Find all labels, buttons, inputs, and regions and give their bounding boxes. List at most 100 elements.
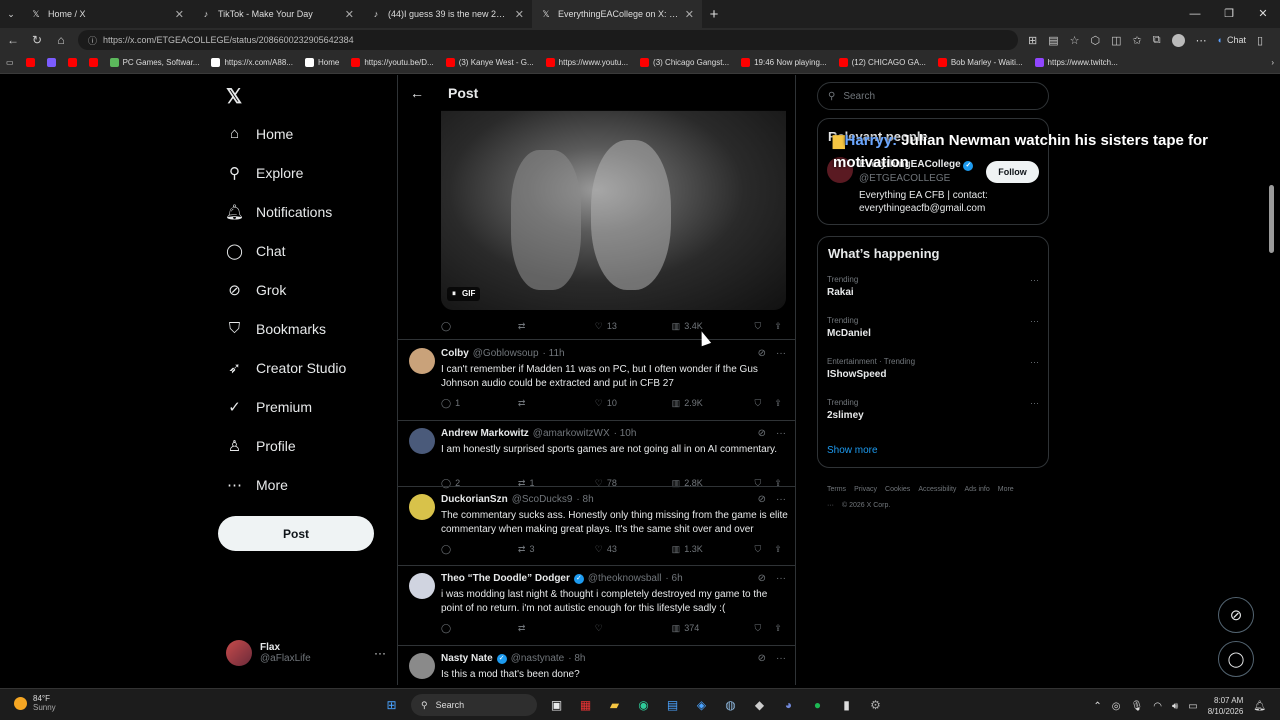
browser-tab[interactable]: 𝕏 Home / X ✕ — [22, 0, 192, 28]
footer-link[interactable]: © 2026 X Corp. — [842, 502, 890, 509]
reading-list-icon[interactable]: ▭ — [6, 58, 14, 67]
edge-icon[interactable]: ◉ — [634, 696, 653, 715]
reply-timestamp[interactable]: · 6h — [665, 573, 682, 584]
nav-item-more[interactable]: ⋯ More — [226, 476, 288, 494]
split-icon[interactable]: ◫ — [1111, 34, 1121, 47]
gif-badge[interactable]: ⏸ GIF — [447, 287, 481, 301]
grok-explain-icon[interactable]: ⊘ — [758, 653, 766, 664]
favorite-star-icon[interactable]: ☆ — [1070, 34, 1080, 47]
grok-explain-icon[interactable]: ⊘ — [758, 573, 766, 584]
maximize-button[interactable]: ❐ — [1212, 0, 1246, 28]
avatar[interactable] — [409, 573, 435, 599]
like-button[interactable]: ♡ 13 — [595, 321, 672, 332]
bookmark-item[interactable]: Home — [304, 58, 339, 67]
spotify-icon[interactable]: ● — [808, 696, 827, 715]
bookmark-item[interactable] — [67, 58, 77, 67]
views-button[interactable]: ▥ 374 — [672, 623, 755, 634]
more-dots-icon[interactable]: ··· — [1030, 398, 1039, 408]
avatar[interactable] — [409, 348, 435, 374]
close-tab-icon[interactable]: ✕ — [345, 8, 354, 21]
footer-link[interactable]: Accessibility — [918, 486, 956, 493]
bookmark-item[interactable]: (3) Kanye West - G... — [445, 58, 534, 67]
reply-author-name[interactable]: Nasty Nate — [441, 653, 493, 664]
share-button[interactable]: ⇪ — [774, 398, 786, 409]
more-dots-icon[interactable]: ··· — [1030, 357, 1039, 367]
epic-games-icon[interactable]: ▮ — [837, 696, 856, 715]
bookmark-item[interactable]: Bob Marley - Waiti... — [937, 58, 1023, 67]
chevron-right-icon[interactable]: › — [1271, 58, 1274, 67]
show-more-link[interactable]: Show more — [827, 445, 878, 456]
trend-item[interactable]: Trending 2slimey ··· — [827, 398, 1039, 421]
close-tab-icon[interactable]: ✕ — [175, 8, 184, 21]
bookmark-item[interactable] — [46, 58, 56, 67]
settings-menu-icon[interactable]: ⋯ — [1196, 34, 1207, 47]
copilot-chat-button[interactable]: ◐ Chat — [1218, 35, 1246, 45]
views-button[interactable]: ▥ 2.9K — [672, 398, 755, 409]
favorites-icon[interactable]: ✩ — [1133, 34, 1142, 47]
nav-item-chat[interactable]: ◯ Chat — [226, 242, 285, 260]
footer-link[interactable]: Privacy — [854, 486, 877, 493]
more-dots-icon[interactable]: ··· — [776, 494, 786, 505]
grok-fab-button[interactable]: ⊘ — [1218, 597, 1254, 633]
new-tab-button[interactable]: + — [702, 6, 726, 23]
windows-start-icon[interactable]: ⊞ — [382, 696, 401, 715]
chevron-up-icon[interactable]: ⌃ — [1093, 701, 1101, 712]
post-button[interactable]: Post — [218, 516, 374, 551]
profile-avatar-icon[interactable] — [1171, 33, 1185, 47]
nav-item-profile[interactable]: ♙ Profile — [226, 437, 296, 455]
sidebar-toggle-icon[interactable]: ▯ — [1257, 34, 1263, 47]
minimize-button[interactable]: — — [1178, 0, 1212, 28]
nav-item-home[interactable]: ⌂ Home — [226, 125, 293, 142]
microphone-icon[interactable]: 🎙︎ — [1131, 701, 1144, 712]
more-dots-icon[interactable]: ··· — [776, 573, 786, 584]
nav-item-bookmarks[interactable]: ⛉ Bookmarks — [226, 320, 326, 337]
trend-item[interactable]: Trending McDaniel ··· — [827, 316, 1039, 339]
bookmark-button[interactable]: ⛉ — [754, 398, 774, 409]
grok-explain-icon[interactable]: ⊘ — [758, 494, 766, 505]
bookmark-item[interactable] — [25, 58, 35, 67]
bookmark-item[interactable]: https://x.com/A88... — [211, 58, 293, 67]
nav-item-premium[interactable]: ✓ Premium — [226, 398, 312, 416]
battery-icon[interactable]: ▭ — [1188, 701, 1197, 712]
bookmark-item[interactable] — [88, 58, 98, 67]
grok-explain-icon[interactable]: ⊘ — [758, 428, 766, 439]
bookmark-item[interactable]: https://www.youtu... — [545, 58, 628, 67]
more-dots-icon[interactable]: ··· — [776, 653, 786, 664]
close-tab-icon[interactable]: ✕ — [685, 8, 694, 21]
trend-item[interactable]: Entertainment · Trending IShowSpeed ··· — [827, 357, 1039, 380]
nav-item-grok[interactable]: ⊘ Grok — [226, 281, 286, 299]
more-dots-icon[interactable]: ··· — [776, 348, 786, 359]
like-button[interactable]: ♡ — [595, 623, 672, 634]
steam-icon[interactable]: ◍ — [721, 696, 740, 715]
close-tab-icon[interactable]: ✕ — [515, 8, 524, 21]
app-icon[interactable]: ◎ — [1112, 701, 1121, 712]
refresh-button[interactable]: ↻ — [30, 33, 44, 47]
browser-tab[interactable]: ♪ (44)I guess 39 is the new 25 😂😂😂 ✕ — [362, 0, 532, 28]
site-info-icon[interactable]: ⓘ — [88, 34, 97, 47]
reply-author-name[interactable]: DuckorianSzn — [441, 494, 508, 505]
reply-button[interactable]: ◯ — [441, 544, 518, 555]
like-button[interactable]: ♡ 10 — [595, 398, 672, 409]
bookmark-item[interactable]: (12) CHICAGO GA... — [838, 58, 926, 67]
task-view-icon[interactable]: ▣ — [547, 696, 566, 715]
apps-icon[interactable]: ⊞ — [1028, 34, 1037, 47]
reply-author-name[interactable]: Andrew Markowitz — [441, 428, 529, 439]
account-switcher[interactable]: Flax @aFlaxLife ··· — [226, 640, 386, 666]
repost-button[interactable]: ⇄ 3 — [518, 544, 595, 555]
more-dots-icon[interactable]: ··· — [1030, 316, 1039, 326]
avatar[interactable] — [409, 653, 435, 679]
grok-explain-icon[interactable]: ⊘ — [758, 348, 766, 359]
avatar[interactable] — [409, 428, 435, 454]
bookmark-item[interactable]: https://youtu.be/D... — [351, 58, 434, 67]
bookmark-item[interactable]: 19:46 Now playing... — [741, 58, 827, 67]
back-arrow-icon[interactable]: ← — [410, 85, 424, 101]
more-dots-icon[interactable]: ··· — [374, 646, 386, 660]
reading-icon[interactable]: ▤ — [1048, 34, 1058, 47]
share-button[interactable]: ⇪ — [774, 623, 786, 634]
bookmark-button[interactable]: ⛉ — [754, 544, 774, 555]
app-icon[interactable]: ▦ — [576, 696, 595, 715]
file-explorer-icon[interactable]: ▰ — [605, 696, 624, 715]
views-button[interactable]: ▥ 3.4K — [672, 321, 755, 332]
store-icon[interactable]: ▤ — [663, 696, 682, 715]
reply-timestamp[interactable]: · 8h — [576, 494, 593, 505]
